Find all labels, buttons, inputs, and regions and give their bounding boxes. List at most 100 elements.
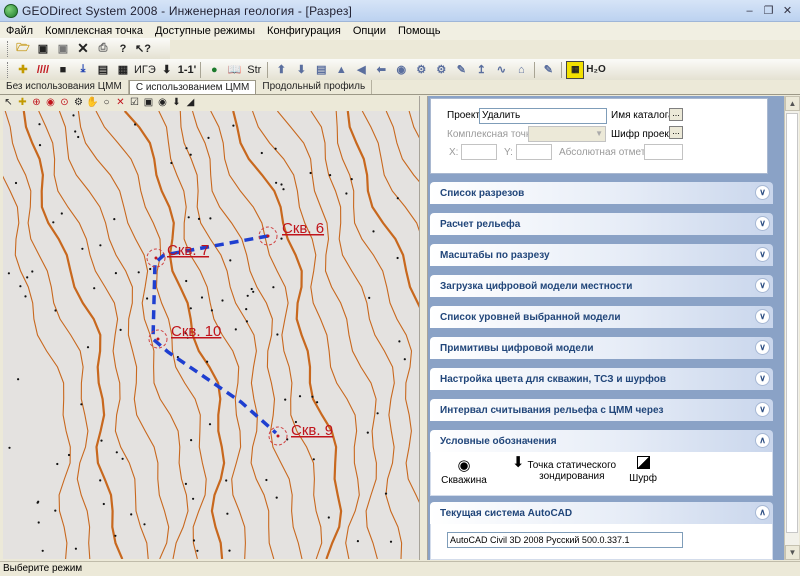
catalog-browse-button[interactable]: ... (669, 108, 683, 121)
point-icon[interactable]: ◉ (44, 97, 57, 109)
menu-help[interactable]: Помощь (398, 25, 441, 37)
arrow-left-icon[interactable]: ⬅ (372, 61, 390, 79)
chevron-down-icon[interactable]: ∨ (755, 371, 770, 386)
globe-icon[interactable]: ● (205, 61, 223, 79)
cipher-browse-button[interactable]: ... (669, 126, 683, 139)
menu-file[interactable]: Файл (6, 25, 33, 37)
topographic-map[interactable]: Скв. 6 Скв. 7 Скв. 10 Скв. 9 (3, 111, 419, 559)
section-autocad[interactable]: Текущая система AutoCAD ∧ (430, 502, 773, 524)
well-tool-icon[interactable]: ✚ (14, 61, 32, 79)
align-icon[interactable]: ▤ (312, 61, 330, 79)
circle-point-icon[interactable]: ⊙ (58, 97, 71, 109)
well-symbol-icon[interactable]: ◉ (156, 97, 169, 109)
minimize-button[interactable]: – (741, 3, 758, 18)
pit-icon[interactable]: ◢ (184, 97, 197, 109)
save-as-icon[interactable]: ▣ (54, 40, 72, 58)
restore-button[interactable]: ❐ (760, 3, 777, 18)
chevron-down-icon[interactable]: ∨ (755, 247, 770, 262)
grid-icon[interactable]: ▦ (566, 60, 585, 79)
chevron-down-icon[interactable]: ∨ (755, 185, 770, 200)
triangle-left-icon[interactable]: ◀ (352, 61, 370, 79)
add-well-icon[interactable]: ✚ (16, 97, 29, 109)
hand-icon[interactable]: ✋ (86, 97, 99, 109)
context-help-icon[interactable]: ↖? (134, 40, 152, 58)
section-model-levels[interactable]: Список уровней выбранной модели ∨ (430, 306, 773, 328)
panel-splitter[interactable] (419, 96, 428, 560)
section-sections-list[interactable]: Список разрезов ∨ (430, 182, 773, 204)
chevron-down-icon[interactable]: ∨ (755, 402, 770, 417)
project-input[interactable]: Удалить (479, 108, 607, 124)
eye-icon[interactable]: ◉ (392, 61, 410, 79)
target-icon[interactable]: ⊕ (30, 97, 43, 109)
section-legend[interactable]: Условные обозначения ∧ (430, 430, 773, 452)
section-button[interactable]: 1-1' (178, 61, 197, 79)
tab-long-profile[interactable]: Продольный профиль (256, 80, 373, 94)
save-icon[interactable]: ▣ (34, 40, 52, 58)
polyline-icon[interactable]: ↥ (472, 61, 490, 79)
delete-point-icon[interactable]: ✕ (114, 97, 127, 109)
ige-button[interactable]: ИГЭ (134, 61, 156, 79)
vertical-scrollbar[interactable]: ▲ ▼ (784, 96, 800, 560)
checkbox-icon[interactable]: ☑ (128, 97, 141, 109)
chart-icon[interactable]: ∿ (492, 61, 510, 79)
help-icon[interactable]: ? (114, 40, 132, 58)
circle-icon[interactable]: ○ (100, 97, 113, 109)
well-skv9[interactable]: Скв. 9 (268, 422, 333, 446)
chevron-down-icon[interactable]: ∨ (755, 216, 770, 231)
chevron-up-icon[interactable]: ∧ (755, 505, 770, 520)
menu-modes[interactable]: Доступные режимы (155, 25, 255, 37)
home-icon[interactable]: ⌂ (512, 61, 530, 79)
move-down-icon[interactable]: ⬇ (292, 61, 310, 79)
chevron-up-icon[interactable]: ∧ (755, 433, 770, 448)
section-color-settings[interactable]: Настройка цвета для скважин, ТСЗ и шурфо… (430, 368, 773, 390)
calc-icon[interactable]: ▦ (114, 61, 132, 79)
save-small-icon[interactable]: ▣ (142, 97, 155, 109)
y-input[interactable] (516, 144, 552, 160)
well-skv7[interactable]: Скв. 7 (146, 242, 209, 268)
complex-point-select[interactable]: ▼ (528, 126, 606, 142)
move-up-icon[interactable]: ⬆ (272, 61, 290, 79)
section-dtm-primitives[interactable]: Примитивы цифровой модели ∨ (430, 337, 773, 359)
toolbar-grip[interactable] (7, 40, 10, 57)
section-scales[interactable]: Масштабы по разрезу ∨ (430, 244, 773, 266)
x-input[interactable] (461, 144, 497, 160)
chevron-down-icon[interactable]: ∨ (755, 309, 770, 324)
toolbar-grip-2[interactable] (7, 61, 10, 78)
chevron-down-icon[interactable]: ∨ (755, 278, 770, 293)
close-button[interactable]: ✕ (779, 3, 796, 18)
gear-icon[interactable]: ⚙ (412, 61, 430, 79)
edit-icon[interactable]: ✎ (539, 61, 557, 79)
menu-options[interactable]: Опции (353, 25, 386, 37)
download-icon[interactable]: ⤓ (74, 61, 92, 79)
menu-complex-point[interactable]: Комплексная точка (45, 25, 143, 37)
pointer-icon[interactable]: ↖ (2, 97, 15, 109)
well-skv6[interactable]: Скв. 6 (258, 220, 324, 246)
scroll-down-button[interactable]: ▼ (785, 545, 800, 560)
pencil-icon[interactable]: ✎ (452, 61, 470, 79)
section-dtm-load[interactable]: Загрузка цифровой модели местности ∨ (430, 275, 773, 297)
section-relief-interval[interactable]: Интервал считывания рельефа с ЦММ через … (430, 399, 773, 421)
book-icon[interactable]: 📖 (225, 61, 243, 79)
scroll-thumb[interactable] (786, 113, 798, 533)
delete-icon[interactable]: ✕ (74, 40, 92, 58)
hatch-icon[interactable]: //// (34, 61, 52, 79)
open-folder-icon[interactable]: 🗁 (14, 40, 32, 58)
fill-square-icon[interactable]: ■ (54, 61, 72, 79)
arrow-down-icon[interactable]: ⬇ (158, 61, 176, 79)
chevron-down-icon[interactable]: ∨ (755, 340, 770, 355)
section-relief-calc[interactable]: Расчет рельефа ∨ (430, 213, 773, 235)
str-button[interactable]: Str (245, 61, 263, 79)
tab-without-dtm[interactable]: Без использования ЦММ (0, 80, 129, 94)
gear-small-icon[interactable]: ⚙ (72, 97, 85, 109)
list-icon[interactable]: ▤ (94, 61, 112, 79)
print-icon[interactable]: ⎙ (94, 40, 112, 58)
scroll-up-button[interactable]: ▲ (785, 96, 800, 111)
tab-with-dtm[interactable]: С использованием ЦММ (128, 80, 257, 94)
triangle-up-icon[interactable]: ▲ (332, 61, 350, 79)
abs-elevation-input[interactable] (644, 144, 683, 160)
map-canvas[interactable]: Скв. 6 Скв. 7 Скв. 10 Скв. 9 (3, 111, 419, 559)
arrow-down-small-icon[interactable]: ⬇ (170, 97, 183, 109)
settings-icon[interactable]: ⚙ (432, 61, 450, 79)
menu-configuration[interactable]: Конфигурация (267, 25, 341, 37)
water-button[interactable]: H₂O (586, 61, 605, 79)
